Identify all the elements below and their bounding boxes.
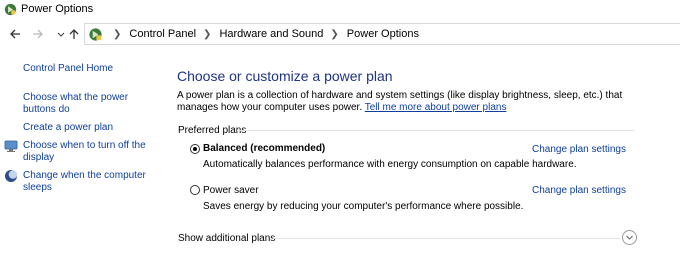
address-bar[interactable]: ❯ Control Panel ❯ Hardware and Sound ❯ P… [84, 23, 680, 45]
left-pane: Control Panel Home Choose what the power… [0, 46, 162, 278]
page-description: A power plan is a collection of hardware… [177, 90, 647, 114]
control-panel-home-link[interactable]: Control Panel Home [23, 63, 113, 75]
divider [237, 130, 634, 131]
chevron-right-icon: ❯ [203, 28, 212, 40]
main-pane: Choose or customize a power plan A power… [162, 46, 680, 278]
balanced-change-settings-link[interactable]: Change plan settings [532, 144, 626, 155]
page-title: Choose or customize a power plan [177, 68, 393, 84]
breadcrumb-power-options[interactable]: Power Options [347, 28, 419, 40]
sidebar-item-turn-off-display[interactable]: Choose when to turn off the display [23, 140, 151, 164]
chevron-right-icon: ❯ [113, 28, 122, 40]
breadcrumb-hardware-and-sound[interactable]: Hardware and Sound [219, 28, 323, 40]
sidebar-item-create-plan[interactable]: Create a power plan [23, 122, 151, 134]
window-title: Power Options [21, 3, 94, 15]
control-panel-icon [89, 27, 102, 41]
power-saver-plan-description: Saves energy by reducing your computer's… [203, 201, 524, 212]
navigation-bar: ❯ Control Panel ❯ Hardware and Sound ❯ P… [0, 22, 680, 46]
power-saver-radio[interactable] [190, 185, 200, 195]
monitor-icon [4, 140, 18, 152]
balanced-plan-name[interactable]: Balanced (recommended) [203, 143, 325, 154]
arrow-up-icon[interactable] [67, 26, 81, 42]
sidebar-item-computer-sleeps[interactable]: Change when the computer sleeps [23, 170, 151, 194]
moon-icon [5, 170, 18, 182]
arrow-left-icon[interactable] [8, 26, 22, 42]
tell-me-more-link[interactable]: Tell me more about power plans [365, 102, 507, 113]
balanced-plan-description: Automatically balances performance with … [203, 159, 577, 170]
sidebar-item-power-buttons[interactable]: Choose what the power buttons do [23, 92, 151, 116]
breadcrumb-control-panel[interactable]: Control Panel [129, 28, 196, 40]
show-additional-plans[interactable]: Show additional plans [178, 233, 275, 244]
balanced-radio[interactable] [190, 144, 200, 154]
divider [273, 238, 620, 239]
power-saver-plan-name[interactable]: Power saver [203, 185, 259, 196]
expand-chevron-icon[interactable] [622, 230, 637, 245]
power-options-icon [4, 3, 17, 16]
arrow-right-icon[interactable] [31, 26, 45, 42]
power-saver-change-settings-link[interactable]: Change plan settings [532, 185, 626, 196]
title-bar: Power Options [0, 0, 680, 20]
chevron-down-icon[interactable] [54, 26, 68, 42]
chevron-right-icon: ❯ [330, 28, 339, 40]
